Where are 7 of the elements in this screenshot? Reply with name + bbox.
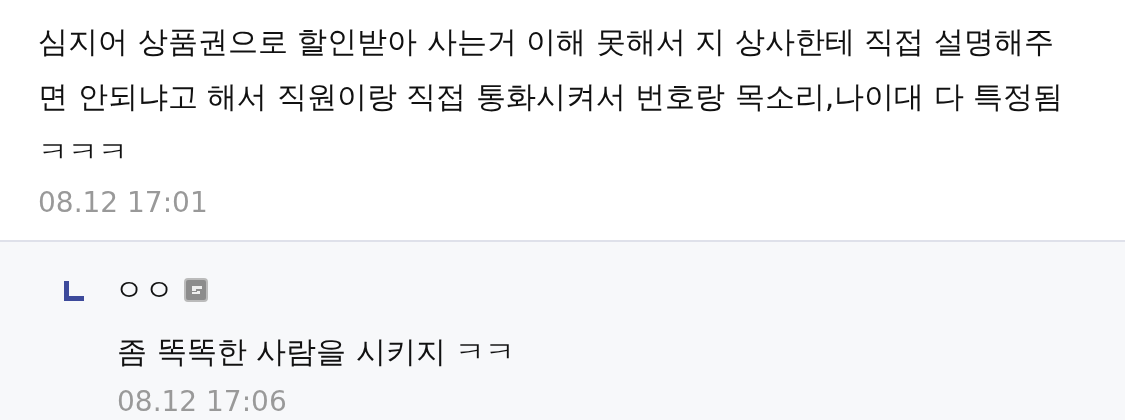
comment-time: 08.12 17:01	[38, 185, 209, 221]
user-badge-icon	[184, 278, 208, 302]
reply-time: 08.12 17:06	[117, 384, 288, 420]
reply-text: 좀 똑똑한 사람을 시키지 ㅋㅋ	[117, 333, 517, 371]
comment-text: 심지어 상품권으로 할인받아 사는거 이해 못해서 지 상사한테 직접 설명해주면 안되냐고 해서 직원이랑 직접 통화시켜서 번호랑 목소리,나이대 다 특정됨ㅋㅋㅋ	[38, 23, 1065, 171]
reply-arrow-icon	[62, 279, 86, 301]
reply-author: ㅇㅇ	[114, 272, 174, 308]
